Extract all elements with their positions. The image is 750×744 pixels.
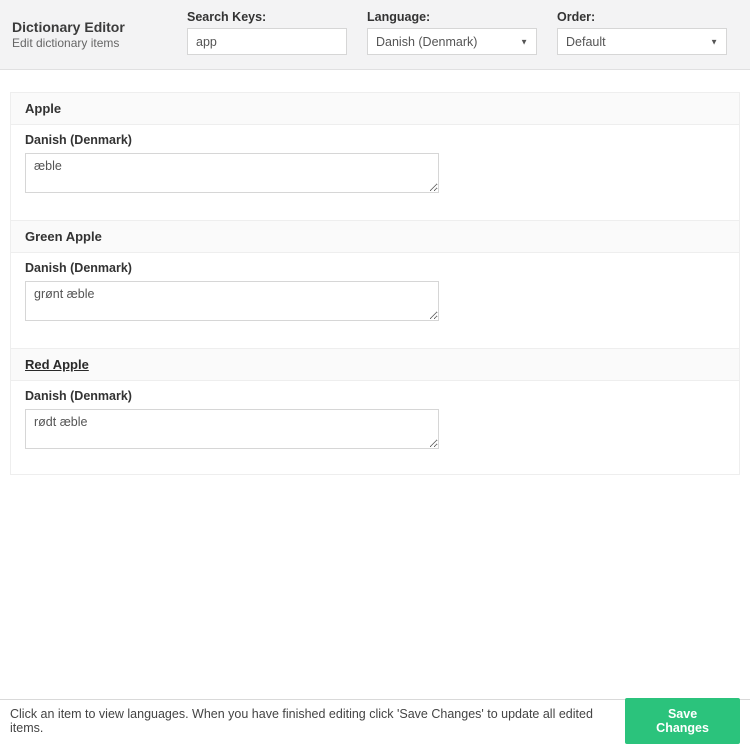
footer-hint: Click an item to view languages. When yo… xyxy=(10,707,625,735)
dict-item-header[interactable]: Red Apple xyxy=(11,349,739,381)
dict-item-language: Danish (Denmark) xyxy=(25,261,725,275)
dict-item-body: Danish (Denmark) xyxy=(11,253,739,349)
dict-item-body: Danish (Denmark) xyxy=(11,125,739,221)
dict-item-language: Danish (Denmark) xyxy=(25,389,725,403)
header-bar: Dictionary Editor Edit dictionary items … xyxy=(0,0,750,70)
search-input[interactable] xyxy=(187,28,347,55)
dict-item-header[interactable]: Green Apple xyxy=(11,221,739,253)
page-title: Dictionary Editor xyxy=(12,18,167,36)
dict-value-input[interactable] xyxy=(25,281,439,321)
language-label: Language: xyxy=(367,10,537,24)
language-select[interactable]: Danish (Denmark) xyxy=(367,28,537,55)
page-subtitle: Edit dictionary items xyxy=(12,36,167,52)
dict-item-body: Danish (Denmark) xyxy=(11,381,739,474)
order-select[interactable]: Default xyxy=(557,28,727,55)
filter-search: Search Keys: xyxy=(187,10,347,55)
title-block: Dictionary Editor Edit dictionary items xyxy=(12,10,167,52)
filter-language: Language: Danish (Denmark) xyxy=(367,10,537,55)
language-selected: Danish (Denmark) xyxy=(376,35,477,49)
filter-order: Order: Default xyxy=(557,10,727,55)
dict-item-language: Danish (Denmark) xyxy=(25,133,725,147)
search-label: Search Keys: xyxy=(187,10,347,24)
dict-item-header[interactable]: Apple xyxy=(11,93,739,125)
footer-bar: Click an item to view languages. When yo… xyxy=(0,699,750,741)
content-area: Apple Danish (Denmark) Green Apple Danis… xyxy=(0,70,750,475)
order-label: Order: xyxy=(557,10,727,24)
order-selected: Default xyxy=(566,35,606,49)
dictionary-list: Apple Danish (Denmark) Green Apple Danis… xyxy=(10,92,740,475)
dict-value-input[interactable] xyxy=(25,409,439,449)
dict-value-input[interactable] xyxy=(25,153,439,193)
save-button[interactable]: Save Changes xyxy=(625,698,740,744)
